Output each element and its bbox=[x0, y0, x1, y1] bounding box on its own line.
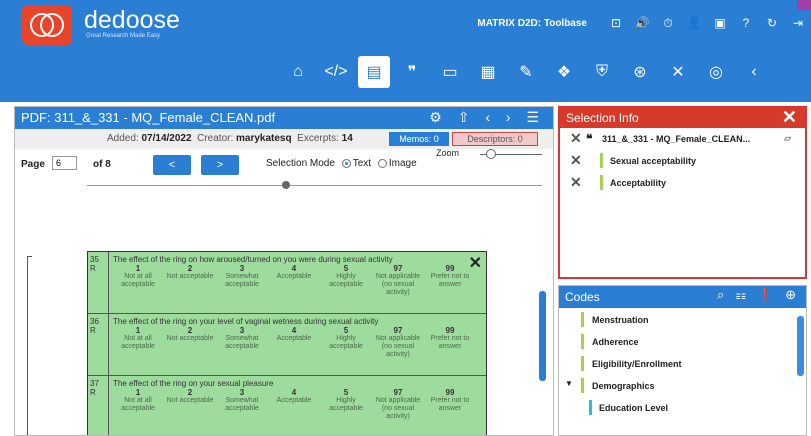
doc-toolbar-icons[interactable]: ⚙ ⇧ ‹ › ☰ bbox=[429, 109, 545, 126]
codes-toolbar-icons[interactable]: ⌕ ☷ ❗ ⊕ bbox=[717, 287, 800, 303]
document-title: PDF: 311_&_331 - MQ_Female_CLEAN.pdf bbox=[21, 110, 276, 125]
code-item[interactable]: Education Level bbox=[559, 396, 806, 418]
selection-code: ✕ Sexual acceptability bbox=[570, 152, 697, 169]
table-row: 37 R The effect of the ring on your sexu… bbox=[88, 376, 486, 435]
filter-icon[interactable]: ⊡ bbox=[603, 10, 629, 36]
corner-accent bbox=[797, 0, 811, 10]
next-page-button[interactable]: > bbox=[201, 155, 239, 175]
note-icon[interactable]: ▱ bbox=[784, 133, 791, 144]
close-selection-icon[interactable]: ✕ bbox=[782, 107, 797, 128]
doc-scrollbar[interactable] bbox=[539, 291, 546, 381]
selection-mode: Selection Mode Text Image bbox=[266, 158, 417, 169]
codes-panel: Codes ⌕ ☷ ❗ ⊕ Menstruation Adherence Eli… bbox=[558, 285, 807, 436]
shield-icon[interactable]: ⛨ bbox=[586, 56, 618, 88]
clock-icon[interactable]: ⏱ bbox=[655, 10, 681, 36]
badge-icon[interactable]: ▣ bbox=[707, 10, 733, 36]
document-viewer: PDF: 311_&_331 - MQ_Female_CLEAN.pdf ⚙ ⇧… bbox=[14, 106, 554, 436]
database-name[interactable]: MATRIX D2D: Toolbase bbox=[477, 18, 587, 29]
app-header: dedoose Great Research Made Easy MATRIX … bbox=[0, 0, 811, 102]
code-item[interactable]: ▼ Demographics bbox=[559, 374, 806, 396]
selection-code: ✕ Acceptability bbox=[570, 174, 667, 191]
codes-header: Codes ⌕ ☷ ❗ ⊕ bbox=[559, 286, 806, 308]
audio-icon[interactable]: 🔊 bbox=[629, 10, 655, 36]
account-icon[interactable]: ◎ bbox=[700, 56, 732, 88]
memos-button[interactable]: Memos: 0 bbox=[389, 132, 449, 146]
home-icon[interactable]: ⌂ bbox=[282, 56, 314, 88]
page-slider-knob[interactable] bbox=[282, 181, 290, 189]
back-icon[interactable]: ‹ bbox=[738, 56, 770, 88]
code-icon[interactable]: </> bbox=[320, 56, 352, 88]
table-row: 35 R The effect of the ring on how arous… bbox=[88, 252, 486, 314]
remove-doc-icon[interactable]: ✕ bbox=[570, 130, 582, 147]
expand-arrow-icon[interactable]: ▼ bbox=[565, 379, 573, 388]
remove-code-icon[interactable]: ✕ bbox=[570, 174, 582, 191]
chart-icon[interactable]: ▦ bbox=[472, 56, 504, 88]
user-icon[interactable]: 👤 bbox=[681, 10, 707, 36]
text-radio[interactable] bbox=[341, 158, 351, 168]
descriptors-button[interactable]: Descriptors: 0 bbox=[452, 132, 538, 146]
descriptors-icon[interactable]: ❖ bbox=[548, 56, 580, 88]
refresh-icon[interactable]: ↻ bbox=[759, 10, 785, 36]
excerpt-highlight[interactable]: ✕ 35 R The effect of the ring on how aro… bbox=[87, 251, 487, 435]
edit-icon[interactable]: ✎ bbox=[510, 56, 542, 88]
codes-scrollbar[interactable] bbox=[797, 316, 804, 376]
brand-name: dedoose bbox=[84, 6, 180, 34]
page-slider-track[interactable] bbox=[87, 185, 542, 186]
quote-icon[interactable]: ❞ bbox=[396, 56, 428, 88]
dedoose-logo[interactable] bbox=[22, 5, 72, 45]
zoom-slider[interactable] bbox=[486, 149, 496, 159]
binoculars-icon[interactable]: ⊛ bbox=[624, 56, 656, 88]
logout-icon[interactable]: ⇥ bbox=[785, 10, 811, 36]
page-icon[interactable]: ▭ bbox=[434, 56, 466, 88]
selection-info-header: Selection Info ✕ bbox=[560, 107, 805, 128]
quote-icon: ❝ bbox=[586, 132, 593, 146]
document-header: PDF: 311_&_331 - MQ_Female_CLEAN.pdf ⚙ ⇧… bbox=[15, 107, 553, 129]
page-edge bbox=[27, 256, 32, 435]
selection-doc-row: ✕ ❝ 311_&_331 - MQ_Female_CLEAN... ▱ bbox=[570, 130, 791, 147]
code-item[interactable]: Adherence bbox=[559, 330, 806, 352]
image-radio[interactable] bbox=[377, 158, 387, 168]
table-row: 36 R The effect of the ring on your leve… bbox=[88, 314, 486, 376]
tools-icon[interactable]: ✕ bbox=[662, 56, 694, 88]
code-item[interactable]: Menstruation bbox=[559, 308, 806, 330]
remove-code-icon[interactable]: ✕ bbox=[570, 152, 582, 169]
document-icon[interactable]: ▤ bbox=[358, 56, 390, 88]
help-icon[interactable]: ? bbox=[733, 10, 759, 36]
selection-info-panel: Selection Info ✕ ✕ ❝ 311_&_331 - MQ_Fema… bbox=[558, 106, 807, 279]
tagline: Great Research Made Easy bbox=[86, 33, 161, 39]
viewer-controls: Page of 8 < > Selection Mode Text Image … bbox=[15, 148, 553, 201]
page-input[interactable] bbox=[52, 156, 77, 170]
prev-page-button[interactable]: < bbox=[153, 155, 191, 175]
document-meta: Added: 07/14/2022 Creator: marykatesq Ex… bbox=[15, 129, 553, 149]
code-item[interactable]: Eligibility/Enrollment bbox=[559, 352, 806, 374]
